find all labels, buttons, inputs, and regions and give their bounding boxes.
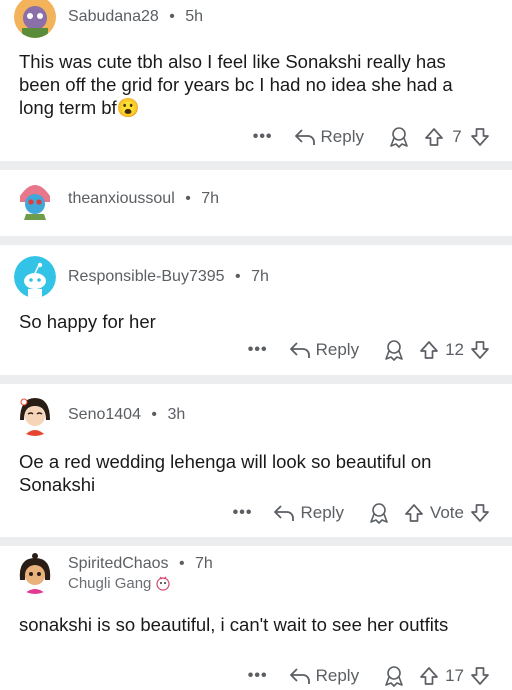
username[interactable]: SpiritedChaos bbox=[68, 555, 169, 572]
timestamp: 7h bbox=[251, 268, 269, 285]
vote-controls: 12 bbox=[419, 340, 490, 360]
vote-score: 12 bbox=[445, 340, 464, 359]
comment-card: Sabudana28 • 5h This was cute tbh also I… bbox=[0, 0, 512, 160]
avatar[interactable] bbox=[14, 256, 56, 298]
flair-icon bbox=[155, 575, 171, 591]
comment-text: Oe a red wedding lehenga will look so be… bbox=[19, 451, 432, 495]
downvote-icon[interactable] bbox=[470, 127, 490, 147]
more-options-button[interactable]: ••• bbox=[253, 128, 273, 146]
username[interactable]: Responsible-Buy7395 bbox=[68, 268, 225, 285]
comment-header: Sabudana28 • 5h bbox=[14, 0, 203, 38]
comment-header: Responsible-Buy7395 • 7h bbox=[14, 256, 269, 298]
reply-button[interactable]: Reply bbox=[289, 666, 360, 686]
award-icon bbox=[388, 126, 410, 148]
astonished-emoji: 😮 bbox=[116, 97, 140, 118]
vote-score: Vote bbox=[429, 503, 464, 522]
vote-score: 17 bbox=[445, 666, 464, 685]
avatar[interactable] bbox=[14, 178, 56, 220]
more-options-button[interactable]: ••• bbox=[248, 341, 268, 359]
comment-header: theanxioussoul • 7h bbox=[14, 178, 219, 220]
timestamp: 7h bbox=[195, 554, 213, 572]
avatar[interactable] bbox=[14, 552, 56, 594]
reply-label: Reply bbox=[315, 340, 360, 359]
separator: • bbox=[151, 406, 158, 423]
comment-card: SpiritedChaos • 7h Chugli Gang sonakshi … bbox=[0, 546, 512, 690]
comment-actions: ••• Reply Vote bbox=[233, 502, 490, 524]
comment-actions: ••• Reply 12 bbox=[248, 339, 490, 361]
award-icon bbox=[383, 665, 405, 687]
comment-header: SpiritedChaos • 7h Chugli Gang bbox=[14, 552, 213, 594]
vote-controls: Vote bbox=[404, 503, 490, 523]
avatar[interactable] bbox=[14, 0, 56, 38]
flair-text: Chugli Gang bbox=[68, 574, 152, 592]
upvote-icon[interactable] bbox=[419, 340, 439, 360]
timestamp: 3h bbox=[167, 406, 186, 423]
reply-icon bbox=[289, 341, 310, 359]
downvote-icon[interactable] bbox=[470, 666, 490, 686]
award-button[interactable] bbox=[383, 665, 405, 687]
separator: • bbox=[169, 8, 175, 25]
comment-text: This was cute tbh also I feel like Sonak… bbox=[19, 51, 453, 118]
user-flair: Chugli Gang bbox=[68, 575, 213, 592]
vote-controls: 17 bbox=[419, 666, 490, 686]
comment-header: Seno1404 • 3h bbox=[14, 394, 185, 436]
username[interactable]: Seno1404 bbox=[68, 406, 141, 423]
comment-body: Oe a red wedding lehenga will look so be… bbox=[19, 450, 472, 496]
reply-button[interactable]: Reply bbox=[289, 340, 360, 360]
more-options-button[interactable]: ••• bbox=[248, 667, 268, 685]
more-options-button[interactable]: ••• bbox=[233, 504, 253, 522]
reply-icon bbox=[289, 667, 310, 685]
divider bbox=[0, 161, 512, 170]
award-icon bbox=[383, 339, 405, 361]
award-icon bbox=[368, 502, 390, 524]
reply-button[interactable]: Reply bbox=[294, 127, 364, 147]
username[interactable]: Sabudana28 bbox=[68, 8, 159, 25]
divider bbox=[0, 537, 512, 546]
comment-card: Seno1404 • 3h Oe a red wedding lehenga w… bbox=[0, 384, 512, 536]
comment-card: theanxioussoul • 7h bbox=[0, 170, 512, 235]
reply-label: Reply bbox=[320, 127, 364, 146]
reply-label: Reply bbox=[300, 503, 344, 522]
comment-body: sonakshi is so beautiful, i can't wait t… bbox=[19, 613, 452, 636]
avatar[interactable] bbox=[14, 394, 56, 436]
comment-card: Responsible-Buy7395 • 7h So happy for he… bbox=[0, 245, 512, 375]
award-button[interactable] bbox=[388, 126, 410, 148]
award-button[interactable] bbox=[383, 339, 405, 361]
divider bbox=[0, 236, 512, 245]
downvote-icon[interactable] bbox=[470, 340, 490, 360]
downvote-icon[interactable] bbox=[470, 503, 490, 523]
comment-actions: ••• Reply 7 bbox=[253, 126, 490, 148]
comment-text: sonakshi is so beautiful, i can't wait t… bbox=[19, 614, 449, 635]
separator: • bbox=[178, 554, 185, 572]
upvote-icon[interactable] bbox=[404, 503, 424, 523]
comment-text: So happy for her bbox=[19, 311, 156, 332]
upvote-icon[interactable] bbox=[419, 666, 439, 686]
comment-actions: ••• Reply 17 bbox=[248, 665, 490, 687]
timestamp: 5h bbox=[185, 8, 204, 25]
username[interactable]: theanxioussoul bbox=[68, 190, 175, 207]
timestamp: 7h bbox=[201, 190, 220, 207]
separator: • bbox=[185, 190, 191, 207]
reply-button[interactable]: Reply bbox=[274, 503, 344, 523]
reply-icon bbox=[274, 504, 295, 522]
vote-controls: 7 bbox=[424, 127, 490, 147]
comment-body: This was cute tbh also I feel like Sonak… bbox=[19, 50, 490, 119]
comment-meta: SpiritedChaos • 7h Chugli Gang bbox=[68, 555, 213, 592]
award-button[interactable] bbox=[368, 502, 390, 524]
upvote-icon[interactable] bbox=[424, 127, 444, 147]
reply-label: Reply bbox=[315, 666, 360, 685]
reply-icon bbox=[294, 128, 315, 146]
divider bbox=[0, 375, 512, 384]
comment-body: So happy for her bbox=[19, 310, 490, 333]
vote-score: 7 bbox=[452, 127, 462, 146]
separator: • bbox=[235, 268, 241, 285]
